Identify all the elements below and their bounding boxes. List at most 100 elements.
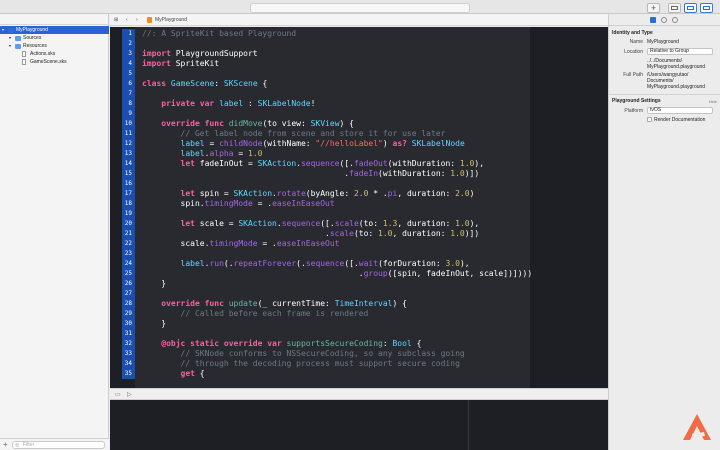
add-file-icon[interactable]: +	[3, 440, 8, 449]
code-line[interactable]: // Called before each frame is rendered	[142, 309, 369, 319]
hide-debug-icon[interactable]: ▭	[115, 391, 121, 398]
line-number[interactable]: 26	[110, 280, 135, 288]
location-select[interactable]: Relative to Group	[647, 48, 713, 55]
quick-help-tab-icon[interactable]	[672, 17, 678, 23]
code-token: // through the decoding process must sup…	[180, 359, 460, 368]
line-number[interactable]: 10	[110, 120, 135, 128]
line-number[interactable]: 29	[110, 310, 135, 318]
code-line[interactable]: @objc static override var supportsSecure…	[142, 339, 421, 349]
file-inspector-tab-icon[interactable]	[650, 17, 656, 23]
line-number[interactable]: 30	[110, 320, 135, 328]
code-line[interactable]: // through the decoding process must sup…	[142, 359, 460, 369]
console-area[interactable]	[110, 400, 608, 450]
code-line[interactable]: //: A SpriteKit based Playground	[142, 29, 296, 39]
disclosure-triangle-icon[interactable]: ▾	[2, 26, 4, 34]
code-line[interactable]: override func update(_ currentTime: Time…	[142, 299, 407, 309]
code-token: 1.0	[378, 229, 393, 238]
line-number[interactable]: 25	[110, 270, 135, 278]
filter-input[interactable]: ◎ Filter	[12, 441, 105, 449]
navigator-item[interactable]: GameScene.sks	[0, 58, 109, 66]
line-number[interactable]: 4	[110, 60, 135, 68]
line-number[interactable]: 16	[110, 180, 135, 188]
code-line[interactable]: label = childNode(withName: "//helloLabe…	[142, 139, 465, 149]
code-line[interactable]: .fadeIn(withDuration: 1.0)])	[142, 169, 479, 179]
code-token: import	[142, 49, 171, 58]
code-line[interactable]: }	[142, 279, 166, 289]
code-line[interactable]: }	[142, 319, 166, 329]
add-library-button[interactable]: +	[647, 3, 660, 13]
name-value[interactable]: MyPlayground	[647, 39, 679, 45]
line-number[interactable]: 32	[110, 340, 135, 348]
line-number[interactable]: 3	[110, 50, 135, 58]
line-number[interactable]: 7	[110, 90, 135, 98]
navigator-item[interactable]: ▾ Resources	[0, 42, 109, 50]
line-number[interactable]: 15	[110, 170, 135, 178]
code-token: override func	[161, 299, 224, 308]
line-number[interactable]: 11	[110, 130, 135, 138]
line-number[interactable]: 34	[110, 360, 135, 368]
disclosure-triangle-icon[interactable]: ▾	[9, 42, 11, 50]
disclosure-triangle-icon[interactable]: ▾	[9, 34, 11, 42]
code-line[interactable]: let scale = SKAction.sequence([.scale(to…	[142, 219, 480, 229]
line-number[interactable]: 19	[110, 210, 135, 218]
line-number[interactable]: 2	[110, 40, 135, 48]
line-number[interactable]: 1	[110, 30, 135, 38]
code-line[interactable]: scale.timingMode = .easeInEaseOut	[142, 239, 340, 249]
navigator-item-label: Actions.sks	[30, 51, 56, 57]
line-number[interactable]: 35	[110, 370, 135, 378]
line-number[interactable]: 21	[110, 230, 135, 238]
history-inspector-tab-icon[interactable]	[661, 17, 667, 23]
line-number[interactable]: 20	[110, 220, 135, 228]
code-line[interactable]: // Get label node from scene and store i…	[142, 129, 446, 139]
line-number[interactable]: 14	[110, 160, 135, 168]
debug-toggle-button[interactable]	[684, 3, 697, 13]
code-line[interactable]: spin.timingMode = .easeInEaseOut	[142, 199, 335, 209]
line-number[interactable]: 12	[110, 140, 135, 148]
source-editor[interactable]: 1//: A SpriteKit based Playground 2 3 impor…	[110, 27, 608, 388]
code-token: wait	[358, 259, 379, 268]
line-number[interactable]: 17	[110, 190, 135, 198]
breadcrumb-project[interactable]: MyPlayground	[155, 16, 187, 24]
inspector-toggle-button[interactable]	[700, 3, 713, 13]
line-number[interactable]: 24	[110, 260, 135, 268]
code-line[interactable]: let fadeInOut = SKAction.sequence([.fade…	[142, 159, 484, 169]
line-number[interactable]: 18	[110, 200, 135, 208]
code-token: class	[142, 79, 167, 88]
run-icon[interactable]: ▷	[127, 391, 132, 398]
code-line[interactable]: .scale(to: 1.0, duration: 1.0)])	[142, 229, 479, 239]
code-line[interactable]: import PlaygroundSupport	[142, 49, 258, 59]
code-line[interactable]: // SKNode conforms to NSSecureCoding, so…	[142, 349, 465, 359]
code-line[interactable]: .group([spin, fadeInOut, scale])])))	[142, 269, 532, 279]
line-number[interactable]: 27	[110, 290, 135, 298]
code-line[interactable]: let spin = SKAction.rotate(byAngle: 2.0 …	[142, 189, 475, 199]
hide-settings-link[interactable]: Hide	[709, 99, 717, 104]
code-line[interactable]: override func didMove(to view: SKView) {	[142, 119, 354, 129]
related-items-icon[interactable]: ⊞	[114, 16, 118, 24]
line-number[interactable]: 6	[110, 80, 135, 88]
line-number[interactable]: 31	[110, 330, 135, 338]
console-divider[interactable]	[468, 400, 469, 450]
code-line[interactable]: import SpriteKit	[142, 59, 219, 69]
line-number[interactable]: 28	[110, 300, 135, 308]
back-arrow-icon[interactable]: ‹	[126, 16, 128, 24]
code-line[interactable]: label.alpha = 1.0	[142, 149, 263, 159]
code-line[interactable]: get {	[142, 369, 205, 379]
line-number[interactable]: 9	[110, 110, 135, 118]
line-number[interactable]: 33	[110, 350, 135, 358]
line-number[interactable]: 22	[110, 240, 135, 248]
render-documentation-checkbox[interactable]	[647, 117, 652, 122]
code-line[interactable]: label.run(.repeatForever(.sequence([.wai…	[142, 259, 470, 269]
navigator-toggle-button[interactable]	[668, 3, 681, 13]
navigator-item[interactable]: ▾ Sources	[0, 34, 109, 42]
platform-select[interactable]: tvOS	[647, 107, 713, 114]
navigator-item[interactable]: ▾ MyPlayground	[0, 26, 109, 34]
code-line[interactable]: private var label : SKLabelNode!	[142, 99, 315, 109]
forward-arrow-icon[interactable]: ›	[136, 16, 138, 24]
line-number[interactable]: 23	[110, 250, 135, 258]
line-number[interactable]: 5	[110, 70, 135, 78]
swift-file-icon	[147, 17, 152, 23]
navigator-item[interactable]: Actions.sks	[0, 50, 109, 58]
code-line[interactable]: class GameScene: SKScene {	[142, 79, 267, 89]
line-number[interactable]: 13	[110, 150, 135, 158]
line-number[interactable]: 8	[110, 100, 135, 108]
